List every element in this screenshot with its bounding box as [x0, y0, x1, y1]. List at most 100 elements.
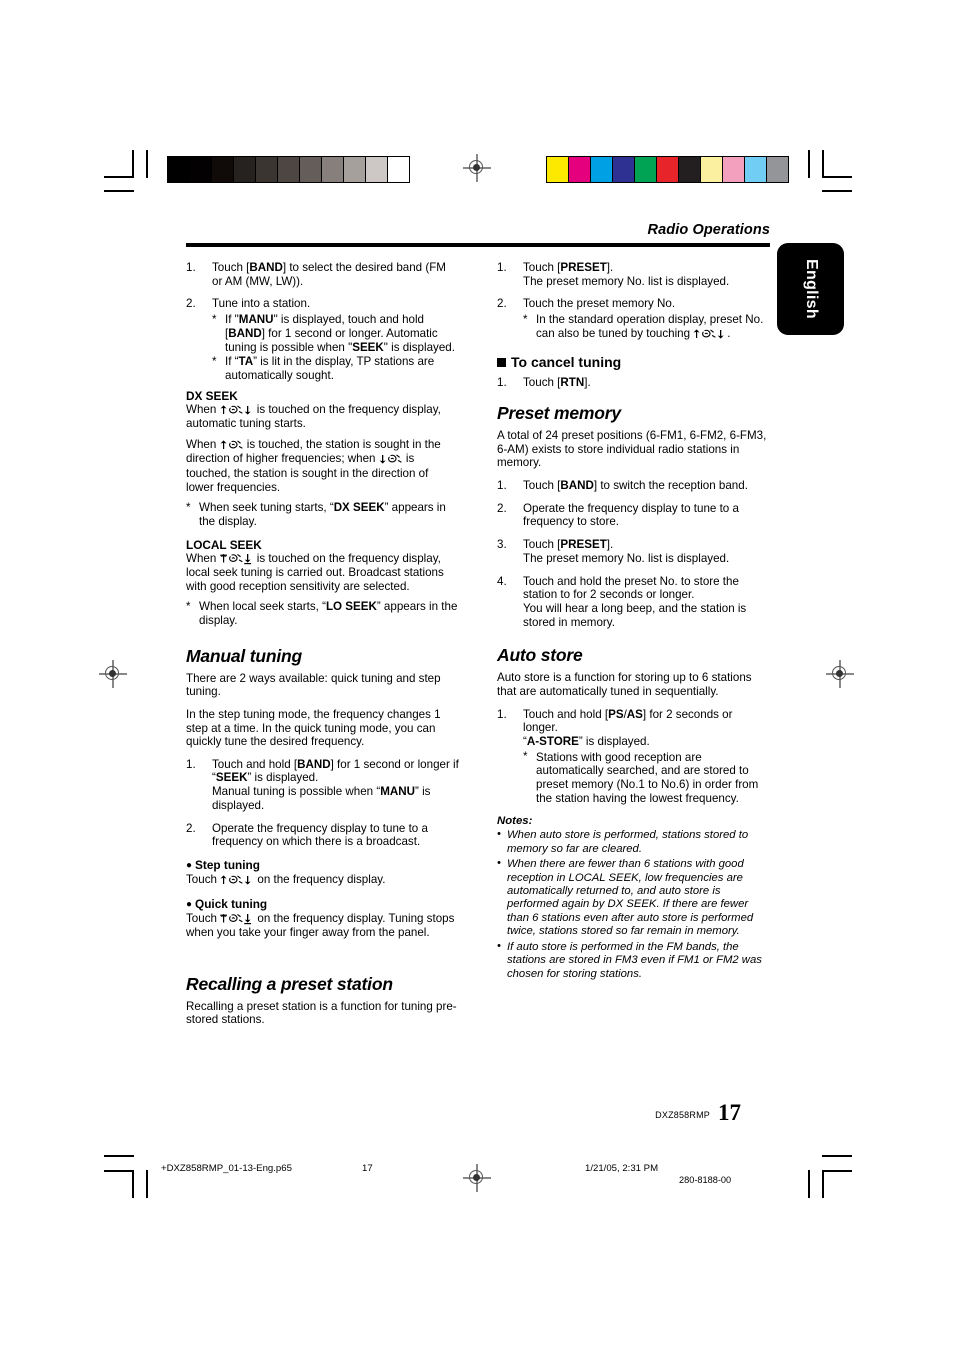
- grayscale-swatch-4: [255, 157, 277, 182]
- note-text: When there are fewer than 6 stations wit…: [507, 858, 754, 938]
- step-number: 2.: [186, 821, 196, 835]
- color-swatch-1: [568, 157, 590, 182]
- auto-store-para-1: Auto store is a function for storing up …: [497, 671, 752, 698]
- model-name: DXZ858RMP: [655, 1110, 710, 1120]
- footer-page-index: 17: [362, 1163, 373, 1174]
- manual-tuning-heading: Manual tuning: [186, 645, 302, 666]
- crop-mark-bl-v: [132, 1170, 134, 1198]
- list-item: 1. Touch [BAND] to select the desired ba…: [186, 261, 459, 288]
- note-text: If “TA” is lit in the display, TP statio…: [225, 355, 435, 382]
- preset-memory-para-1: A total of 24 preset positions (6-FM1, 6…: [497, 429, 767, 470]
- step-number: 2.: [497, 501, 507, 515]
- step-text: Operate the frequency display to tune to…: [212, 821, 428, 849]
- auto-tuning-step-list: 1. Touch [BAND] to select the desired ba…: [186, 261, 459, 383]
- asterisk-icon: *: [523, 750, 528, 764]
- list-item: 2. Touch the preset memory No. * In the …: [497, 297, 770, 341]
- grayscale-swatch-0: [168, 157, 189, 182]
- grayscale-swatch-9: [365, 157, 387, 182]
- grayscale-swatch-2: [211, 157, 233, 182]
- dx-seek-note: * When seek tuning starts, “DX SEEK” app…: [186, 501, 459, 528]
- crop-mark-bl-h2: [104, 1155, 134, 1157]
- list-item: 3. Touch [PRESET]. The preset memory No. …: [497, 538, 770, 565]
- crop-mark-tl-v2: [146, 150, 148, 178]
- list-item: * If “TA” is lit in the display, TP stat…: [212, 355, 459, 382]
- step-text: Touch [BAND] to select the desired band …: [212, 261, 446, 288]
- step-text: Touch [RTN].: [523, 375, 591, 389]
- local-seek-updown-touch-icon: [219, 553, 254, 567]
- filled-square-icon: [497, 357, 506, 367]
- crop-mark-tl-h: [104, 176, 134, 178]
- cancel-tuning-step-list: 1. Touch [RTN].: [497, 376, 770, 390]
- crop-mark-tr-h2: [822, 190, 852, 192]
- registration-mark-right: [826, 660, 854, 688]
- seek-down-touch-icon: [379, 453, 403, 467]
- step-number: 1.: [186, 757, 196, 771]
- note-text: When seek tuning starts, “DX SEEK” appea…: [199, 501, 446, 528]
- seek-updown-touch-icon: [693, 328, 727, 342]
- step-text: Touch [PRESET]. The preset memory No. lis…: [523, 538, 730, 565]
- step-text: Touch and hold the preset No. to store t…: [523, 574, 747, 629]
- page-number: 17: [718, 1100, 741, 1125]
- recall-step-list: 1. Touch [PRESET]. The preset memory No. …: [497, 261, 770, 342]
- asterisk-icon: *: [186, 500, 191, 514]
- registration-mark-top: [463, 154, 491, 182]
- dx-seek-heading: DX SEEK: [186, 388, 238, 403]
- crop-mark-bl-h: [104, 1170, 134, 1172]
- local-seek-updown-touch-icon: [220, 913, 254, 927]
- bullet-icon: •: [497, 939, 501, 952]
- list-item: 1. Touch [RTN].: [497, 376, 770, 390]
- crop-mark-br-v: [822, 1170, 824, 1198]
- filled-circle-icon: ●: [186, 898, 193, 910]
- grayscale-swatch-10: [387, 157, 409, 182]
- list-item: 4. Touch and hold the preset No. to stor…: [497, 575, 770, 630]
- auto-store-heading: Auto store: [497, 645, 583, 666]
- footer-filename: +DXZ858RMP_01-13-Eng.p65: [161, 1163, 292, 1174]
- step-number: 1.: [497, 375, 507, 389]
- list-item: 2. Tune into a station. * If "MANU" is d…: [186, 297, 459, 382]
- color-swatch-0: [547, 157, 568, 182]
- step-number: 1.: [497, 479, 507, 492]
- bullet-icon: •: [497, 828, 501, 841]
- header-rule: [186, 243, 770, 247]
- color-swatch-8: [722, 157, 744, 182]
- cancel-tuning-heading: To cancel tuning: [497, 354, 770, 370]
- dx-seek-para-1: When is touched on the frequency display…: [186, 402, 441, 431]
- star-note-list: * Stations with good reception are autom…: [523, 750, 770, 806]
- step-number: 1.: [497, 707, 507, 721]
- step-tuning-body: Touch on the frequency display.: [186, 872, 386, 886]
- step-text: Operate the frequency display to tune to…: [523, 501, 739, 529]
- local-seek-note: * When local seek starts, “LO SEEK” appe…: [186, 600, 459, 627]
- crop-mark-tr-v2: [808, 150, 810, 178]
- asterisk-icon: *: [212, 354, 217, 368]
- footer-doc-code: 280-8188-00: [679, 1175, 732, 1185]
- crop-mark-tl-v: [132, 150, 134, 178]
- note-text: When auto store is performed, stations s…: [507, 829, 749, 855]
- list-item: 1. Touch and hold [BAND] for 1 second or…: [186, 758, 459, 813]
- crop-mark-tl-h2: [104, 190, 134, 192]
- language-tab-label: English: [802, 259, 820, 319]
- notes-list: • When auto store is performed, stations…: [497, 828, 770, 980]
- color-swatch-10: [766, 157, 788, 182]
- seek-updown-touch-icon: [220, 404, 254, 418]
- star-note-list: * In the standard operation display, pre…: [523, 313, 770, 341]
- note-text: If "MANU" is displayed, touch and hold […: [225, 313, 455, 354]
- left-column: 1. Touch [BAND] to select the desired ba…: [186, 261, 459, 1036]
- dx-seek-para-2: When is touched, the station is sought i…: [186, 437, 441, 494]
- crop-mark-tr-v: [822, 150, 824, 178]
- auto-store-step-list: 1. Touch and hold [PS/AS] for 2 seconds …: [497, 708, 770, 806]
- color-swatch-9: [744, 157, 766, 182]
- filled-circle-icon: ●: [186, 859, 193, 871]
- list-item: • When there are fewer than 6 stations w…: [497, 857, 770, 938]
- step-text: Touch and hold [BAND] for 1 second or lo…: [212, 757, 459, 812]
- recalling-para-1: Recalling a preset station is a function…: [186, 999, 457, 1027]
- seek-up-touch-icon: [220, 439, 244, 453]
- step-number: 2.: [186, 297, 196, 311]
- step-number: 1.: [497, 261, 507, 274]
- list-item: * If "MANU" is displayed, touch and hold…: [212, 313, 459, 354]
- step-number: 4.: [497, 574, 507, 588]
- list-item: 1. Touch [BAND] to switch the reception …: [497, 479, 770, 493]
- step-text: Tune into a station.: [212, 297, 311, 311]
- grayscale-swatch-6: [299, 157, 321, 182]
- grayscale-swatch-1: [189, 157, 211, 182]
- registration-mark-bottom: [463, 1164, 491, 1192]
